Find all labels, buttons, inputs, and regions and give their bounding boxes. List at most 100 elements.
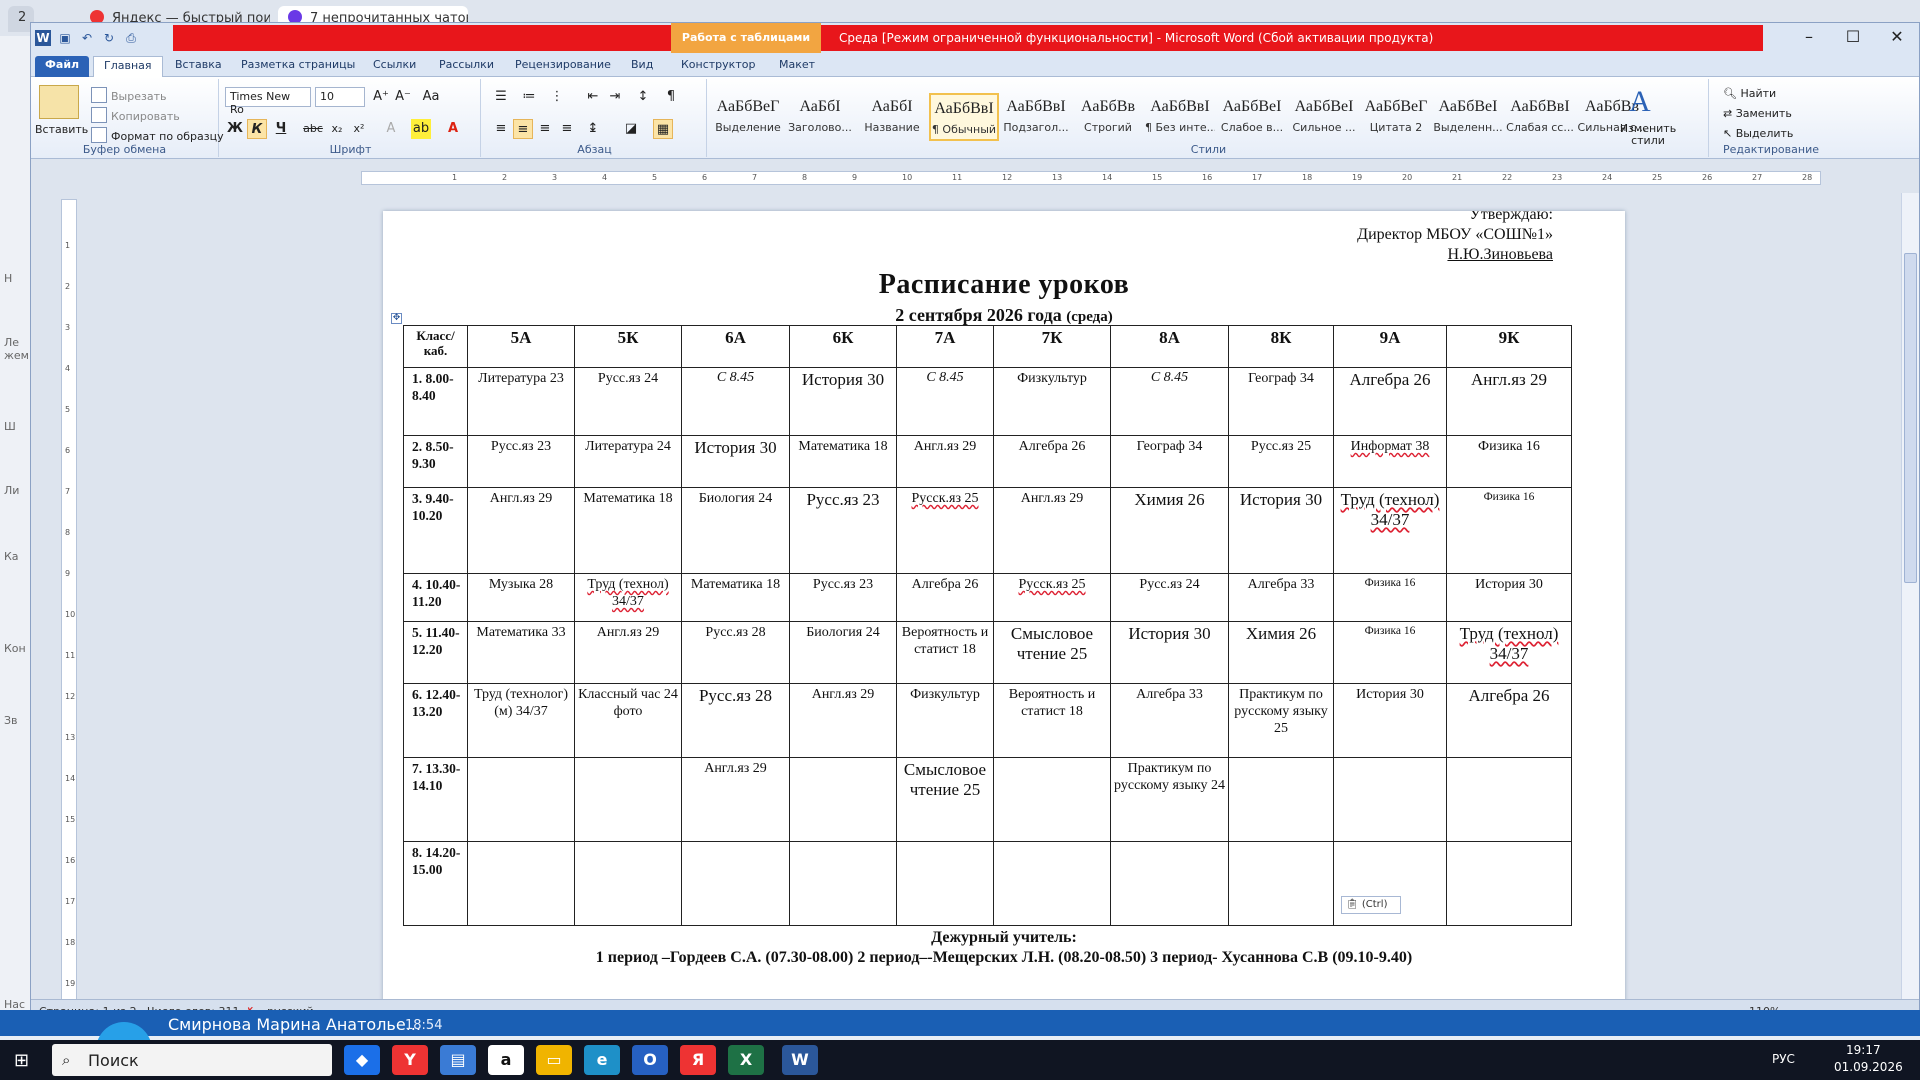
lesson-cell[interactable]: История 30 bbox=[1228, 487, 1334, 574]
align-right-icon[interactable]: ≡ bbox=[535, 119, 555, 139]
windows-start-icon[interactable]: ⊞ bbox=[14, 1050, 29, 1071]
font-size-combo[interactable]: 10 bbox=[315, 87, 365, 107]
lesson-cell[interactable]: История 30 bbox=[1333, 683, 1447, 758]
lesson-cell[interactable]: Смысловое чтение 25 bbox=[993, 621, 1111, 684]
lesson-cell[interactable]: Физика 16 bbox=[1446, 435, 1572, 488]
tab-table-design[interactable]: Конструктор bbox=[671, 56, 765, 77]
lesson-cell[interactable]: Литература 23 bbox=[467, 367, 575, 436]
style-tile[interactable]: АаБбВеІ Выделенн... bbox=[1433, 93, 1503, 141]
lesson-cell[interactable] bbox=[681, 841, 790, 926]
store-icon[interactable]: ▤ bbox=[440, 1045, 476, 1075]
tab-references[interactable]: Ссылки bbox=[363, 56, 426, 77]
lesson-cell[interactable]: История 30 bbox=[1110, 621, 1229, 684]
lesson-cell[interactable]: Химия 26 bbox=[1228, 621, 1334, 684]
lesson-cell[interactable]: Англ.яз 29 bbox=[681, 757, 790, 842]
folder-icon[interactable]: ▭ bbox=[536, 1045, 572, 1075]
lesson-cell[interactable]: Географ 34 bbox=[1110, 435, 1229, 488]
style-tile[interactable]: АаБбВвІ ¶ Обычный bbox=[929, 93, 999, 141]
clock-date[interactable]: 01.09.2026 bbox=[1834, 1060, 1903, 1074]
lesson-cell[interactable]: Англ.яз 29 bbox=[789, 683, 897, 758]
lesson-cell[interactable]: Русс.яз 25 bbox=[1228, 435, 1334, 488]
yandex-browser-icon[interactable]: Y bbox=[392, 1045, 428, 1075]
lesson-cell[interactable]: Англ.яз 29 bbox=[896, 435, 994, 488]
lesson-cell[interactable]: С 8.45 bbox=[896, 367, 994, 436]
shrink-font-icon[interactable]: A⁻ bbox=[393, 87, 413, 107]
paste-button[interactable]: Вставить bbox=[35, 123, 88, 136]
maximize-icon[interactable]: ☐ bbox=[1833, 27, 1873, 49]
chat-contact-name[interactable]: Смирнова Марина Анатолье... bbox=[168, 1015, 421, 1034]
justify-icon[interactable]: ≡ bbox=[557, 119, 577, 139]
lesson-cell[interactable] bbox=[993, 757, 1111, 842]
align-center-icon[interactable]: ≡ bbox=[513, 119, 533, 139]
font-color-icon[interactable]: A bbox=[443, 119, 463, 139]
lesson-cell[interactable] bbox=[1333, 757, 1447, 842]
save-icon[interactable]: ▣ bbox=[57, 30, 73, 46]
redo-icon[interactable]: ↻ bbox=[101, 30, 117, 46]
lesson-cell[interactable]: Математика 18 bbox=[574, 487, 682, 574]
scroll-thumb[interactable] bbox=[1904, 253, 1917, 583]
lesson-cell[interactable] bbox=[1228, 841, 1334, 926]
lesson-cell[interactable]: Математика 33 bbox=[467, 621, 575, 684]
select-button[interactable]: ↖ Выделить bbox=[1723, 127, 1793, 140]
increase-indent-icon[interactable]: ⇥ bbox=[605, 87, 625, 107]
lesson-cell[interactable]: Практикум по русскому языку 25 bbox=[1228, 683, 1334, 758]
print-icon[interactable]: ⎙ bbox=[123, 30, 139, 46]
style-tile[interactable]: АаБбВв Строгий bbox=[1073, 93, 1143, 141]
pilcrow-icon[interactable]: ¶ bbox=[661, 87, 681, 107]
highlight-icon[interactable]: ab bbox=[411, 119, 431, 139]
numbering-icon[interactable]: ≔ bbox=[519, 87, 539, 107]
tab-view[interactable]: Вид bbox=[621, 56, 663, 77]
bold-icon[interactable]: Ж bbox=[225, 119, 245, 139]
change-case-icon[interactable]: Aa bbox=[421, 87, 441, 107]
outlook-icon[interactable]: O bbox=[632, 1045, 668, 1075]
lesson-cell[interactable] bbox=[993, 841, 1111, 926]
lesson-cell[interactable]: Русс.яз 28 bbox=[681, 621, 790, 684]
lesson-cell[interactable]: Физика 16 bbox=[1333, 621, 1447, 684]
lesson-cell[interactable]: Алгебра 26 bbox=[896, 573, 994, 622]
lesson-cell[interactable]: Алгебра 26 bbox=[1446, 683, 1572, 758]
lesson-cell[interactable]: Англ.яз 29 bbox=[1446, 367, 1572, 436]
lesson-cell[interactable]: Физика 16 bbox=[1446, 487, 1572, 574]
style-tile[interactable]: АаБбВвІ Слабая сс... bbox=[1505, 93, 1575, 141]
lesson-cell[interactable] bbox=[1110, 841, 1229, 926]
font-name-combo[interactable]: Times New Ro bbox=[225, 87, 311, 116]
lesson-cell[interactable]: Математика 18 bbox=[789, 435, 897, 488]
copy-button[interactable]: Копировать bbox=[91, 107, 180, 123]
style-tile[interactable]: АаБбІ Название bbox=[857, 93, 927, 141]
shading-icon[interactable]: ◪ bbox=[621, 119, 641, 139]
underline-icon[interactable]: Ч bbox=[271, 119, 291, 139]
replace-button[interactable]: ⇄ Заменить bbox=[1723, 107, 1792, 120]
lesson-cell[interactable]: Русс.яз 23 bbox=[789, 573, 897, 622]
lesson-cell[interactable]: Географ 34 bbox=[1228, 367, 1334, 436]
lesson-cell[interactable]: Информат 38 bbox=[1333, 435, 1447, 488]
tab-home[interactable]: Главная bbox=[93, 56, 163, 77]
lesson-cell[interactable]: Алгебра 26 bbox=[1333, 367, 1447, 436]
tab-table-layout[interactable]: Макет bbox=[769, 56, 825, 77]
lesson-cell[interactable]: Классный час 24 фото bbox=[574, 683, 682, 758]
paste-options-tag[interactable]: 📋︎ (Ctrl) bbox=[1341, 896, 1401, 914]
lesson-cell[interactable] bbox=[574, 757, 682, 842]
tab-page-layout[interactable]: Разметка страницы bbox=[231, 56, 365, 77]
lesson-cell[interactable]: Труд (технол) 34/37 bbox=[1333, 487, 1447, 574]
lesson-cell[interactable]: Труд (технол) 34/37 bbox=[1446, 621, 1572, 684]
clock-time[interactable]: 19:17 bbox=[1846, 1043, 1881, 1057]
lesson-cell[interactable]: Труд (технолог) (м) 34/37 bbox=[467, 683, 575, 758]
close-icon[interactable]: ✕ bbox=[1877, 27, 1917, 49]
tab-mailings[interactable]: Рассылки bbox=[429, 56, 504, 77]
lesson-cell[interactable]: Физика 16 bbox=[1333, 573, 1447, 622]
lesson-cell[interactable]: С 8.45 bbox=[1110, 367, 1229, 436]
vertical-scrollbar[interactable] bbox=[1901, 193, 1919, 1013]
format-painter-button[interactable]: Формат по образцу bbox=[91, 127, 224, 143]
lesson-cell[interactable]: Алгебра 33 bbox=[1110, 683, 1229, 758]
italic-icon[interactable]: К bbox=[247, 119, 267, 139]
word-taskbar-icon[interactable]: W bbox=[782, 1045, 818, 1075]
lesson-cell[interactable]: Русс.яз 24 bbox=[574, 367, 682, 436]
lesson-cell[interactable]: Биология 24 bbox=[681, 487, 790, 574]
cut-button[interactable]: Вырезать bbox=[91, 87, 166, 103]
tab-insert[interactable]: Вставка bbox=[165, 56, 232, 77]
style-tile[interactable]: АаБбВеГ Выделение bbox=[713, 93, 783, 141]
lesson-cell[interactable]: Алгебра 33 bbox=[1228, 573, 1334, 622]
lesson-cell[interactable]: Вероятность и статист 18 bbox=[896, 621, 994, 684]
edge-icon[interactable]: e bbox=[584, 1045, 620, 1075]
lesson-cell[interactable]: Биология 24 bbox=[789, 621, 897, 684]
